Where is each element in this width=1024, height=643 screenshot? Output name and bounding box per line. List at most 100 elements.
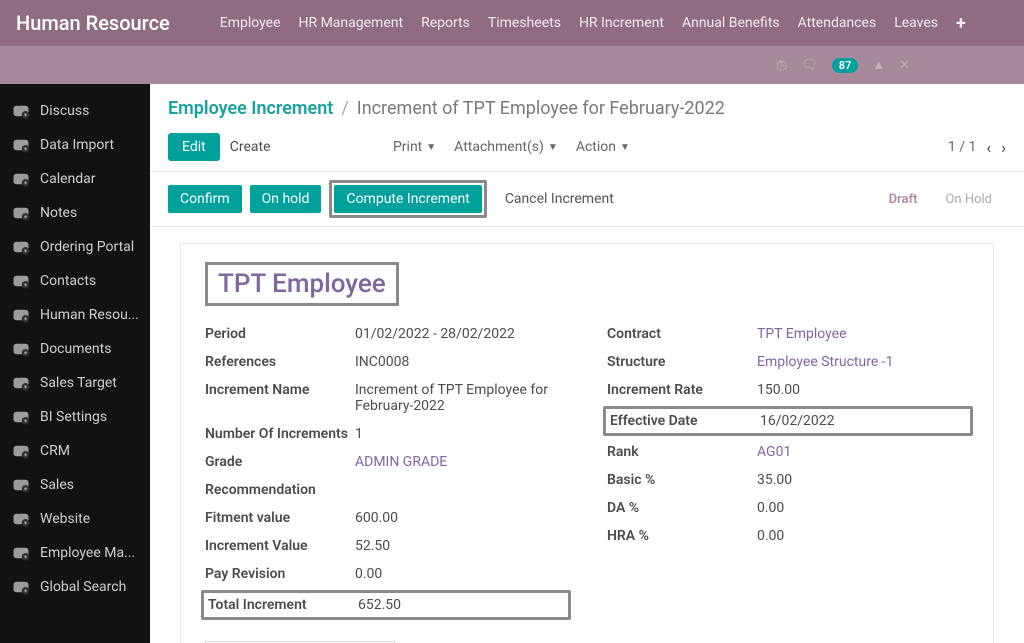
references-value: INC0008 (355, 354, 567, 370)
increment-name-label: Increment Name (205, 382, 355, 398)
activity-icon[interactable]: ◷ (776, 58, 787, 73)
breadcrumb-root[interactable]: Employee Increment (168, 98, 333, 119)
status-onhold[interactable]: On Hold (931, 186, 1006, 213)
compute-increment-highlight: Compute Increment (329, 180, 486, 218)
status-draft[interactable]: Draft (875, 186, 932, 213)
increment-value-value: 52.50 (355, 538, 567, 554)
references-label: References (205, 354, 355, 370)
form-right-column: ContractTPT Employee StructureEmployee S… (607, 320, 969, 622)
app-icon (12, 545, 30, 561)
pay-revision-label: Pay Revision (205, 566, 355, 582)
sidebar-item-global-search[interactable]: Global Search (0, 570, 150, 604)
bell-icon[interactable]: ▲ (872, 57, 885, 73)
sidebar-label: Contacts (40, 273, 96, 289)
app-icon (12, 103, 30, 119)
record-title-highlight: TPT Employee (205, 262, 399, 306)
sidebar-label: Employee Ma... (40, 545, 135, 561)
sidebar-label: Sales Target (40, 375, 117, 391)
sidebar-item-website[interactable]: Website (0, 502, 150, 536)
nav-reports[interactable]: Reports (421, 15, 470, 31)
sidebar-label: Discuss (40, 103, 89, 119)
action-dropdown[interactable]: Action▼ (576, 139, 630, 155)
attachments-dropdown[interactable]: Attachment(s)▼ (454, 139, 558, 155)
utility-bar: ◷ 🗨 87 ▲ ✕ (0, 46, 1024, 84)
da-pct-value: 0.00 (757, 500, 969, 516)
brand-title[interactable]: Human Resource (16, 11, 170, 35)
sidebar-item-notes[interactable]: Notes (0, 196, 150, 230)
increment-value-label: Increment Value (205, 538, 355, 554)
nav-employee[interactable]: Employee (220, 15, 281, 31)
sidebar-item-crm[interactable]: CRM (0, 434, 150, 468)
cancel-increment-button[interactable]: Cancel Increment (495, 185, 624, 213)
app-icon (12, 171, 30, 187)
pager-prev-icon[interactable]: ‹ (986, 138, 991, 157)
control-row: Edit Create Print▼ Attachment(s)▼ Action… (150, 129, 1024, 171)
app-icon (12, 579, 30, 595)
nav-annual-benefits[interactable]: Annual Benefits (682, 15, 780, 31)
onhold-button[interactable]: On hold (250, 185, 322, 213)
form-left-column: Period01/02/2022 - 28/02/2022 References… (205, 320, 567, 622)
rank-value[interactable]: AG01 (757, 444, 969, 460)
sidebar-label: Ordering Portal (40, 239, 134, 255)
effective-date-label: Effective Date (610, 413, 760, 429)
grade-label: Grade (205, 454, 355, 470)
pay-revision-value: 0.00 (355, 566, 567, 582)
app-icon (12, 307, 30, 323)
status-flow: Draft On Hold (875, 186, 1006, 213)
sidebar-item-documents[interactable]: Documents (0, 332, 150, 366)
sidebar-label: Website (40, 511, 90, 527)
edit-button[interactable]: Edit (168, 133, 220, 161)
sidebar-item-discuss[interactable]: Discuss (0, 94, 150, 128)
period-value: 01/02/2022 - 28/02/2022 (355, 326, 567, 342)
nav-add-icon[interactable]: + (956, 13, 966, 34)
sidebar-item-data-import[interactable]: Data Import (0, 128, 150, 162)
breadcrumb-separator: / (341, 98, 348, 119)
sidebar-item-ordering-portal[interactable]: Ordering Portal (0, 230, 150, 264)
contract-value[interactable]: TPT Employee (757, 326, 969, 342)
notification-badge[interactable]: 87 (832, 58, 859, 73)
grade-value[interactable]: ADMIN GRADE (355, 454, 567, 470)
nav-hr-increment[interactable]: HR Increment (579, 15, 664, 31)
nav-attendances[interactable]: Attendances (798, 15, 877, 31)
print-dropdown[interactable]: Print▼ (393, 139, 436, 155)
user-menu[interactable] (924, 58, 1008, 73)
structure-value[interactable]: Employee Structure -1 (757, 354, 969, 370)
messages-icon[interactable]: 🗨 (801, 58, 818, 73)
sidebar-item-sales[interactable]: Sales (0, 468, 150, 502)
nav-hr-management[interactable]: HR Management (299, 15, 404, 31)
sidebar-item-bi-settings[interactable]: BI Settings (0, 400, 150, 434)
effective-date-highlight: Effective Date16/02/2022 (603, 406, 973, 436)
confirm-button[interactable]: Confirm (168, 185, 242, 213)
total-increment-value: 652.50 (358, 597, 564, 613)
num-increments-label: Number Of Increments (205, 426, 355, 442)
app-icon (12, 341, 30, 357)
breadcrumb: Employee Increment / Increment of TPT Em… (150, 84, 1024, 129)
num-increments-value: 1 (355, 426, 567, 442)
nav-leaves[interactable]: Leaves (894, 15, 938, 31)
sidebar-item-human-resource[interactable]: Human Resou... (0, 298, 150, 332)
pager: 1 / 1 ‹ › (948, 138, 1006, 157)
create-button[interactable]: Create (230, 139, 271, 155)
content-area: Employee Increment / Increment of TPT Em… (150, 84, 1024, 643)
caret-down-icon: ▼ (426, 142, 436, 153)
increment-rate-label: Increment Rate (607, 382, 757, 398)
sidebar-item-contacts[interactable]: Contacts (0, 264, 150, 298)
sidebar-label: Documents (40, 341, 111, 357)
pager-next-icon[interactable]: › (1001, 138, 1006, 157)
sidebar-label: Notes (40, 205, 77, 221)
increment-rate-value: 150.00 (757, 382, 969, 398)
record-sheet: TPT Employee Period01/02/2022 - 28/02/20… (180, 243, 994, 643)
app-icon (12, 477, 30, 493)
sidebar-item-employee-management[interactable]: Employee Ma... (0, 536, 150, 570)
close-util-icon[interactable]: ✕ (899, 58, 910, 73)
period-label: Period (205, 326, 355, 342)
app-sidebar: Discuss Data Import Calendar Notes Order… (0, 84, 150, 643)
total-increment-label: Total Increment (208, 597, 358, 613)
nav-timesheets[interactable]: Timesheets (488, 15, 561, 31)
sidebar-label: Sales (40, 477, 74, 493)
compute-increment-button[interactable]: Compute Increment (334, 185, 481, 213)
sidebar-label: Calendar (40, 171, 96, 187)
sidebar-item-sales-target[interactable]: Sales Target (0, 366, 150, 400)
record-title: TPT Employee (218, 269, 386, 299)
sidebar-item-calendar[interactable]: Calendar (0, 162, 150, 196)
